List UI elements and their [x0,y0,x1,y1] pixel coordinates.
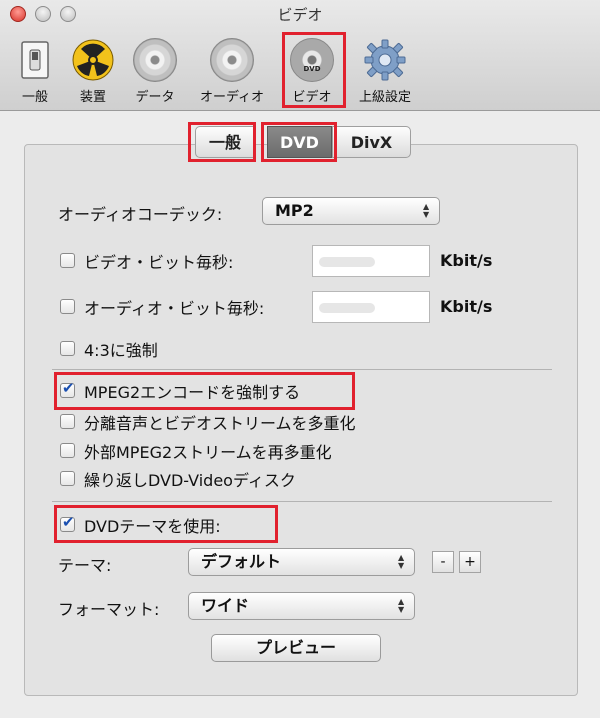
highlight-tab-dvd [261,122,337,162]
preferences-window: ビデオ 一般 装置 データ オーディオ DVD ビデオ 上級設定 一般 DVD … [0,0,600,718]
gear-icon [363,38,407,82]
audio-bitrate-checkbox[interactable] [60,299,75,314]
toolbar-item-audio[interactable]: オーディオ [197,36,267,105]
blurred-value [319,303,375,313]
toolbar-label: オーディオ [199,90,265,105]
toolbar-item-data[interactable]: データ [120,36,190,105]
mux-streams-label: 分離音声とビデオストリームを多重化 [84,414,356,433]
loop-dvd-label: 繰り返しDVD-Videoディスク [84,471,296,490]
highlight-dvd-theme [54,505,278,543]
separator [52,501,552,502]
add-theme-button[interactable]: + [459,551,481,573]
audio-bitrate-unit: Kbit/s [440,297,493,316]
audio-codec-label: オーディオコーデック: [58,205,223,224]
remux-mpeg2-label: 外部MPEG2ストリームを再多重化 [84,443,332,462]
theme-value: デフォルト [201,552,282,571]
format-label: フォーマット: [58,600,160,619]
preview-button[interactable]: プレビュー [211,634,381,662]
video-bitrate-label: ビデオ・ビット毎秒: [84,253,234,272]
remux-mpeg2-checkbox[interactable] [60,443,75,458]
format-select[interactable]: ワイド ▲ ▼ [188,592,415,620]
select-arrows-icon: ▲ ▼ [423,202,430,219]
audio-bitrate-field[interactable] [312,291,430,323]
audio-bitrate-label: オーディオ・ビット毎秒: [84,299,265,318]
select-arrows-icon: ▲ ▼ [398,597,405,614]
tab-divx[interactable]: DivX [332,126,411,158]
audio-codec-value: MP2 [275,201,314,220]
switch-icon [13,38,57,82]
remove-theme-button[interactable]: - [432,551,454,573]
toolbar-item-advanced[interactable]: 上級設定 [350,36,420,105]
loop-dvd-checkbox[interactable] [60,471,75,486]
separator [52,369,552,370]
select-arrows-icon: ▲ ▼ [398,553,405,570]
theme-label: テーマ: [58,556,112,575]
data-disc-icon [133,38,177,82]
window-title: ビデオ [277,6,323,24]
audio-codec-select[interactable]: MP2 ▲ ▼ [262,197,440,225]
toolbar-label: データ [135,90,175,105]
theme-select[interactable]: デフォルト ▲ ▼ [188,548,415,576]
toolbar-label: 装置 [79,90,106,105]
format-value: ワイド [201,596,250,615]
mux-streams-checkbox[interactable] [60,414,75,429]
toolbar-label: 上級設定 [358,90,411,105]
blurred-value [319,257,375,267]
highlight-force-mpeg2 [54,372,355,410]
force-43-label: 4:3に強制 [84,341,158,360]
video-bitrate-unit: Kbit/s [440,251,493,270]
force-43-checkbox[interactable] [60,341,75,356]
toolbar-item-device[interactable]: 装置 [58,36,128,105]
highlight-tab-general [188,122,256,162]
highlight-video-toolbar [282,32,346,108]
audio-disc-icon [210,38,254,82]
video-bitrate-field[interactable] [312,245,430,277]
video-bitrate-checkbox[interactable] [60,253,75,268]
radiation-icon [71,38,115,82]
